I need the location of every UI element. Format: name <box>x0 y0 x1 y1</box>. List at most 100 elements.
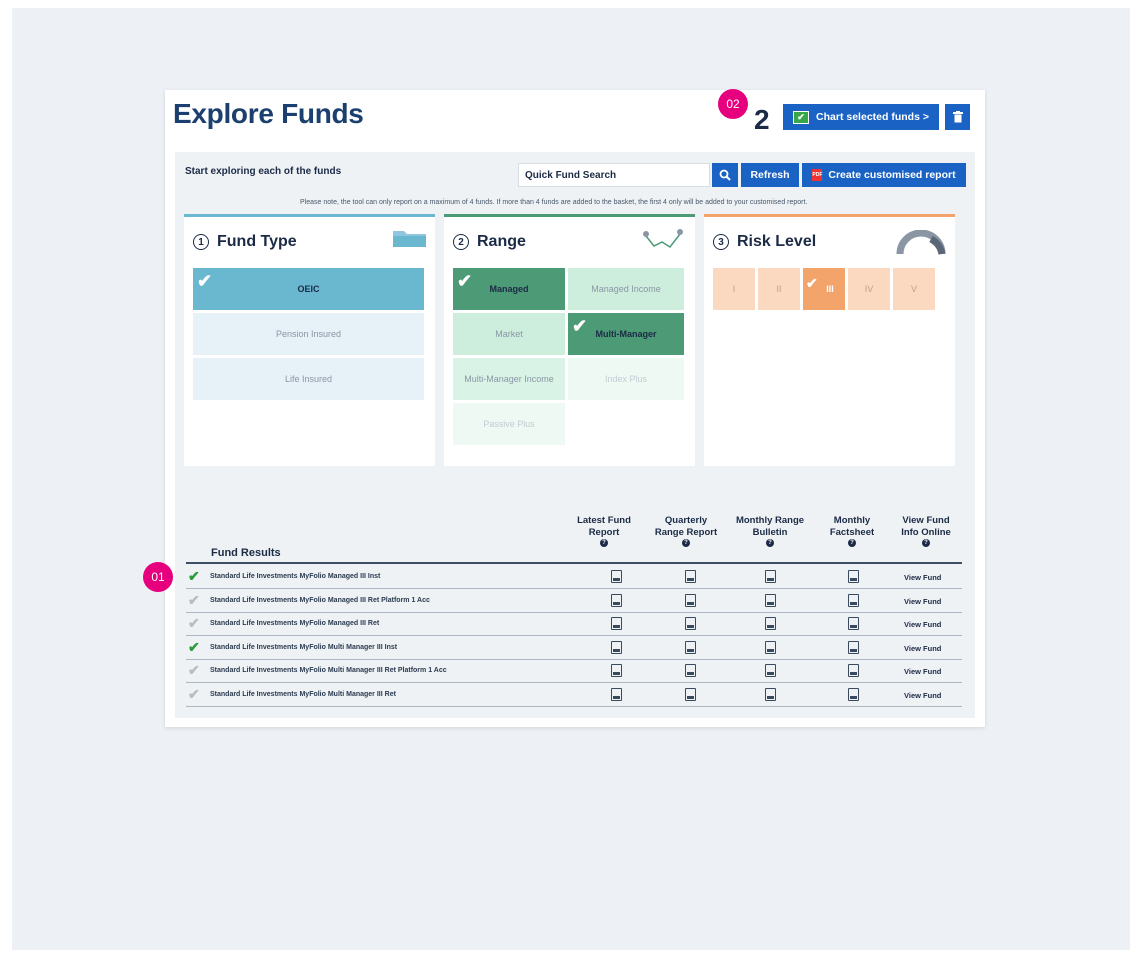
create-report-label: Create customised report <box>828 169 956 181</box>
view-fund-link[interactable]: View Fund <box>904 597 941 606</box>
fund-name: Standard Life Investments MyFolio Manage… <box>210 620 380 627</box>
range-option-market[interactable]: Market <box>453 313 565 355</box>
document-icon[interactable] <box>765 593 776 607</box>
document-icon[interactable] <box>611 640 622 654</box>
range-option-managed[interactable]: ✔ Managed <box>453 268 565 310</box>
info-icon[interactable]: ? <box>848 539 856 547</box>
annotation-marker-01: 01 <box>143 562 173 592</box>
gauge-icon <box>896 230 946 255</box>
view-fund-link[interactable]: View Fund <box>904 691 941 700</box>
checkmark-icon: ✔ <box>197 271 213 291</box>
pdf-icon: PDF <box>812 169 823 181</box>
document-icon[interactable] <box>685 617 696 630</box>
document-icon[interactable] <box>765 617 776 630</box>
quick-fund-search-input[interactable]: Quick Fund Search <box>518 163 710 187</box>
table-row: ✔ Standard Life Investments MyFolio Manag… <box>186 590 962 613</box>
document-icon[interactable] <box>611 617 622 630</box>
range-accent-bar <box>444 214 695 217</box>
select-fund-checkmark-icon[interactable]: ✔ <box>188 639 200 656</box>
refresh-button[interactable]: Refresh <box>741 163 799 187</box>
step-number: 3 <box>713 234 729 250</box>
info-icon[interactable]: ? <box>600 539 608 547</box>
select-fund-checkmark-icon[interactable]: ✔ <box>188 615 200 632</box>
risk-option-i[interactable]: I <box>713 268 755 310</box>
create-customised-report-button[interactable]: PDF Create customised report <box>802 163 966 187</box>
step-number: 1 <box>193 234 209 250</box>
document-icon[interactable] <box>848 640 859 654</box>
option-label: Multi-Manager Income <box>464 373 554 384</box>
fund-name: Standard Life Investments MyFolio Manage… <box>210 596 430 604</box>
fund-type-accent-bar <box>184 214 435 217</box>
document-icon[interactable] <box>848 593 859 607</box>
select-fund-checkmark-icon[interactable]: ✔ <box>188 592 200 609</box>
view-fund-link[interactable]: View Fund <box>904 644 941 653</box>
folder-icon <box>393 231 426 247</box>
option-label: II <box>776 283 782 294</box>
fund-type-option-life-insured[interactable]: Life Insured <box>193 358 424 400</box>
info-icon[interactable]: ? <box>922 539 930 547</box>
table-row: ✔ Standard Life Investments MyFolio Manag… <box>186 613 962 636</box>
risk-option-ii[interactable]: II <box>758 268 800 310</box>
view-fund-link[interactable]: View Fund <box>904 667 941 676</box>
document-icon[interactable] <box>611 570 622 583</box>
view-fund-link[interactable]: View Fund <box>904 573 941 582</box>
fund-type-option-oeic[interactable]: ✔ OEIC <box>193 268 424 310</box>
document-icon[interactable] <box>611 687 622 701</box>
document-icon[interactable] <box>848 687 859 701</box>
select-fund-checkmark-icon[interactable]: ✔ <box>188 686 200 703</box>
document-icon[interactable] <box>848 664 859 677</box>
chart-selected-funds-button[interactable]: ✔ Chart selected funds > <box>783 104 939 130</box>
selected-fund-count: 2 <box>754 104 770 135</box>
risk-option-iv[interactable]: IV <box>848 268 890 310</box>
document-icon[interactable] <box>611 664 622 677</box>
document-icon[interactable] <box>685 640 696 654</box>
column-header-latest-fund-report: Latest Fund Report? <box>575 515 633 547</box>
document-icon[interactable] <box>765 664 776 677</box>
range-option-passive-plus[interactable]: Passive Plus <box>453 403 565 445</box>
document-icon[interactable] <box>848 570 859 583</box>
select-fund-checkmark-icon[interactable]: ✔ <box>188 568 200 585</box>
document-icon[interactable] <box>685 570 696 583</box>
clear-basket-button[interactable] <box>945 104 970 130</box>
view-fund-link[interactable]: View Fund <box>904 620 941 629</box>
risk-option-iii[interactable]: ✔ III <box>803 268 845 310</box>
table-row: ✔ Standard Life Investments MyFolio Multi… <box>186 637 962 660</box>
table-row: ✔ Standard Life Investments MyFolio Multi… <box>186 660 962 683</box>
range-option-multi-manager[interactable]: ✔ Multi-Manager <box>568 313 684 355</box>
document-icon[interactable] <box>765 570 776 583</box>
document-icon[interactable] <box>685 687 696 701</box>
fund-results-label: Fund Results <box>211 547 281 559</box>
range-title: Range <box>477 233 526 250</box>
fund-type-heading: 1 Fund Type <box>193 233 297 251</box>
document-icon[interactable] <box>765 640 776 654</box>
document-icon[interactable] <box>685 664 696 677</box>
info-icon[interactable]: ? <box>766 539 774 547</box>
option-label: Managed Income <box>591 283 661 294</box>
search-button[interactable] <box>712 163 738 187</box>
document-icon[interactable] <box>765 687 776 701</box>
info-icon[interactable]: ? <box>682 539 690 547</box>
document-icon[interactable] <box>685 593 696 607</box>
range-option-index-plus[interactable]: Index Plus <box>568 358 684 400</box>
risk-accent-bar <box>704 214 955 217</box>
range-option-managed-income[interactable]: Managed Income <box>568 268 684 310</box>
risk-option-v[interactable]: V <box>893 268 935 310</box>
checkmark-icon: ✔ <box>457 271 473 291</box>
option-label: Life Insured <box>284 373 333 384</box>
fund-name: Standard Life Investments MyFolio Multi … <box>210 667 447 674</box>
column-header-label: Monthly Factsheet <box>829 515 875 538</box>
annotation-marker-02: 02 <box>718 89 748 119</box>
option-label: V <box>910 283 917 294</box>
range-option-multi-manager-income[interactable]: Multi-Manager Income <box>453 358 565 400</box>
document-icon[interactable] <box>848 617 859 630</box>
option-label: Pension Insured <box>275 328 342 339</box>
checkmark-icon: ✔ <box>572 316 588 336</box>
fund-type-option-pension-insured[interactable]: Pension Insured <box>193 313 424 355</box>
range-heading: 2 Range <box>453 233 526 251</box>
document-icon[interactable] <box>611 593 622 607</box>
fund-name: Standard Life Investments MyFolio Manage… <box>210 573 381 580</box>
select-fund-checkmark-icon[interactable]: ✔ <box>188 662 200 679</box>
line-graph-icon <box>643 229 683 248</box>
fund-type-title: Fund Type <box>217 233 297 250</box>
basket-limit-note: Please note, the tool can only report on… <box>300 199 808 206</box>
